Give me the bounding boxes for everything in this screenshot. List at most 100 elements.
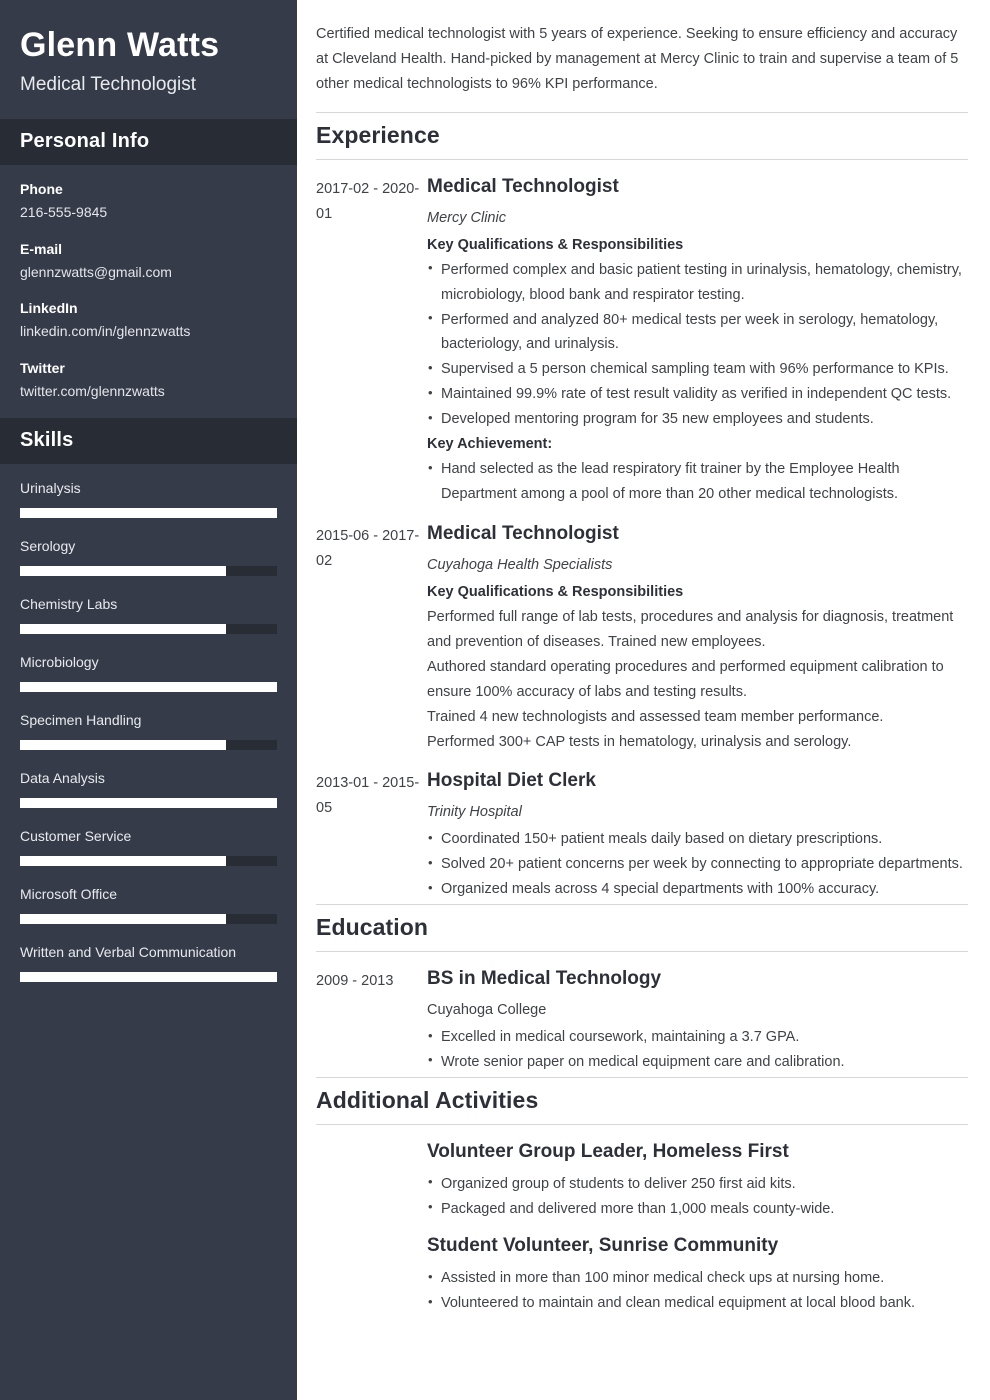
education-section: Education 2009 - 2013 BS in Medical Techn… [316,904,968,1075]
entry-organization: Cuyahoga College [427,1001,547,1018]
education-entries: 2009 - 2013 BS in Medical Technology Cuyah… [316,952,968,1075]
skill-level-fill [20,565,226,576]
experience-entries: 2017-02 - 2020-01 Medical Technologist Mer… [316,160,968,902]
contact-value[interactable]: 216-555-9845 [20,202,277,224]
professional-summary: Certified medical technologist with 5 ye… [316,26,959,92]
skill-level-bar [20,623,277,634]
resume-entry: 2013-01 - 2015-05 Hospital Diet Clerk Trin… [316,754,968,902]
bullet-item: Wrote senior paper on medical equipment … [427,1049,968,1075]
activity-entry: Student Volunteer, Sunrise Community Assi… [316,1221,968,1316]
skill-name: Microbiology [20,653,99,670]
bullet-item: Assisted in more than 100 minor medical … [427,1266,968,1291]
skill-level-bar [20,739,277,750]
entry-body: Medical Technologist Cuyahoga Health Spec… [427,522,968,754]
experience-section-title: Experience [316,111,968,160]
resume-entry: 2009 - 2013 BS in Medical Technology Cuyah… [316,952,968,1075]
skill-row: Urinalysis [20,478,277,518]
skill-level-fill [20,797,277,808]
activity-entries: Volunteer Group Leader, Homeless First Or… [316,1125,968,1316]
contact-value[interactable]: twitter.com/glennzwatts [20,381,277,403]
entry-paragraph: Performed full range of lab tests, proce… [427,608,954,650]
resume-entry: 2015-06 - 2017-02 Medical Technologist Cuy… [316,507,968,754]
bullet-item: Coordinated 150+ patient meals daily bas… [427,827,968,852]
contact-item: LinkedIn linkedin.com/in/glennzwatts [20,298,277,343]
main-content: Certified medical technologist with 5 ye… [297,0,990,1400]
bullet-item: Hand selected as the lead respiratory fi… [427,457,968,507]
activity-title: Volunteer Group Leader, Homeless First [427,1140,789,1162]
contact-label: E-mail [20,240,63,257]
candidate-job-title: Medical Technologist [20,74,197,96]
contact-value[interactable]: glennzwatts@gmail.com [20,262,277,284]
contact-label: Phone [20,180,63,197]
entry-title: Medical Technologist [427,175,619,197]
skill-level-fill [20,739,226,750]
skill-row: Written and Verbal Communication [20,942,277,982]
bullet-list: Coordinated 150+ patient meals daily bas… [427,827,968,902]
entry-subheading: Key Qualifications & Responsibilities [427,236,684,253]
bullet-item: Packaged and delivered more than 1,000 m… [427,1196,968,1222]
bullet-list: Performed complex and basic patient test… [427,257,968,433]
skill-level-bar [20,913,277,924]
skill-level-fill [20,507,277,518]
skill-level-fill [20,971,277,982]
resume-page: Glenn Watts Medical Technologist Persona… [0,0,990,1400]
contact-label: LinkedIn [20,300,78,317]
contact-value[interactable]: linkedin.com/in/glennzwatts [20,321,277,343]
bullet-item: Supervised a 5 person chemical sampling … [427,357,968,382]
skill-level-bar [20,507,277,518]
bullet-item: Volunteered to maintain and clean medica… [427,1291,968,1316]
resume-entry: 2017-02 - 2020-01 Medical Technologist Mer… [316,160,968,507]
activity-entry: Volunteer Group Leader, Homeless First Or… [316,1125,968,1222]
entry-date-range: 2015-06 - 2017-02 [316,528,420,569]
activities-section: Additional Activities Volunteer Group Le… [316,1076,968,1316]
entry-organization: Trinity Hospital [427,804,522,821]
bullet-item: Organized meals across 4 special departm… [427,877,968,902]
skill-level-fill [20,623,226,634]
entry-paragraph: Performed 300+ CAP tests in hematology, … [427,733,852,750]
entry-title: Medical Technologist [427,523,619,544]
skill-name: Written and Verbal Communication [20,943,237,960]
bullet-item: Maintained 99.9% rate of test result val… [427,382,968,407]
skill-name: Microsoft Office [20,885,117,902]
bullet-item: Excelled in medical coursework, maintain… [427,1025,968,1050]
skill-row: Data Analysis [20,768,277,808]
skills-heading: Skills [0,417,297,464]
skill-name: Chemistry Labs [20,595,118,612]
activity-bullet-list: Organized group of students to deliver 2… [427,1171,968,1222]
skill-row: Serology [20,536,277,576]
bullet-list: Excelled in medical coursework, maintain… [427,1025,968,1075]
skill-name: Serology [20,537,76,554]
sidebar: Glenn Watts Medical Technologist Persona… [0,0,297,1400]
skill-row: Microsoft Office [20,884,277,924]
skill-level-bar [20,797,277,808]
skill-row: Customer Service [20,826,277,866]
bullet-item: Solved 20+ patient concerns per week by … [427,852,968,877]
bullet-item: Developed mentoring program for 35 new e… [427,407,968,432]
skill-row: Chemistry Labs [20,594,277,634]
entry-paragraph: Trained 4 new technologists and assessed… [427,708,884,725]
candidate-name: Glenn Watts [20,26,220,64]
activity-bullet-list: Assisted in more than 100 minor medical … [427,1266,968,1316]
entry-organization: Cuyahoga Health Specialists [427,556,613,573]
entry-subheading: Key Achievement: [427,436,553,453]
entry-date-range: 2017-02 - 2020-01 [316,180,420,222]
skill-level-fill [20,913,226,924]
entry-date-range: 2009 - 2013 [316,973,394,990]
entry-body: BS in Medical Technology Cuyahoga College… [427,967,968,1075]
contact-item: E-mail glennzwatts@gmail.com [20,239,277,284]
skill-level-bar [20,565,277,576]
skill-level-fill [20,855,226,866]
skill-name: Data Analysis [20,769,105,786]
skill-name: Specimen Handling [20,711,142,728]
skill-row: Specimen Handling [20,710,277,750]
activity-title: Student Volunteer, Sunrise Community [427,1235,779,1257]
contact-label: Twitter [20,359,65,376]
skill-level-bar [20,681,277,692]
skill-name: Customer Service [20,827,132,844]
entry-body: Medical Technologist Mercy Clinic Key Qual… [427,175,968,507]
bullet-item: Performed and analyzed 80+ medical tests… [427,307,968,358]
education-section-title: Education [316,904,968,953]
experience-section: Experience 2017-02 - 2020-01 Medical Tech… [316,111,968,902]
entry-paragraph: Authored standard operating procedures a… [427,658,944,700]
bullet-item: Performed complex and basic patient test… [427,257,968,308]
